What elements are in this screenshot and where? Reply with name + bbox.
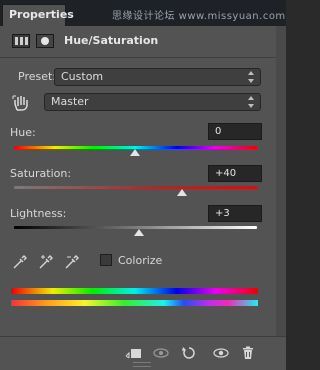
chevron-updown-icon bbox=[248, 96, 255, 108]
saturation-slider-thumb[interactable] bbox=[177, 189, 187, 196]
panel-scrollbar[interactable] bbox=[276, 26, 286, 336]
lightness-slider-thumb[interactable] bbox=[134, 229, 144, 236]
subtract-eyedropper-icon[interactable] bbox=[64, 254, 80, 270]
resize-grip[interactable] bbox=[133, 362, 151, 367]
watermark-text: 思缘设计论坛 www.missyuan.com bbox=[112, 11, 286, 22]
on-image-adjust-hand-icon[interactable] bbox=[12, 94, 30, 112]
tab-properties[interactable]: Properties bbox=[2, 4, 74, 26]
hue-field[interactable]: 0 bbox=[208, 123, 262, 140]
saturation-slider-track[interactable] bbox=[14, 186, 257, 189]
saturation-field[interactable]: +40 bbox=[208, 165, 262, 182]
clip-to-layer-icon[interactable] bbox=[124, 346, 142, 360]
channel-value: Master bbox=[51, 95, 89, 108]
colorize-label: Colorize bbox=[118, 254, 163, 267]
lightness-label: Lightness: bbox=[10, 207, 67, 220]
mask-icon[interactable] bbox=[36, 34, 54, 48]
view-previous-state-icon[interactable] bbox=[152, 346, 170, 360]
lightness-field[interactable]: +3 bbox=[208, 205, 262, 222]
panel-header: Hue/Saturation bbox=[0, 26, 286, 58]
preset-value: Custom bbox=[61, 70, 104, 83]
properties-panel: Hue/Saturation Preset: Custom Master Hue… bbox=[0, 26, 286, 369]
adjustment-layer-icon[interactable] bbox=[12, 34, 30, 48]
channel-select[interactable]: Master bbox=[44, 93, 261, 111]
visibility-eye-icon[interactable] bbox=[212, 346, 230, 360]
preset-label: Preset: bbox=[18, 70, 57, 83]
top-strip: Properties 思缘设计论坛 www.missyuan.com bbox=[0, 0, 286, 26]
hue-label: Hue: bbox=[10, 126, 36, 139]
preset-select[interactable]: Custom bbox=[54, 68, 261, 86]
colorize-checkbox[interactable] bbox=[100, 254, 112, 266]
saturation-label: Saturation: bbox=[10, 167, 72, 180]
reset-icon[interactable] bbox=[181, 346, 197, 360]
add-eyedropper-icon[interactable] bbox=[38, 254, 54, 270]
chevron-updown-icon bbox=[248, 71, 255, 83]
input-color-bar bbox=[11, 288, 258, 294]
output-color-bar bbox=[11, 300, 258, 306]
trash-icon[interactable] bbox=[241, 346, 255, 360]
hue-slider-thumb[interactable] bbox=[130, 149, 140, 156]
eyedropper-icon[interactable] bbox=[12, 254, 28, 270]
panel-title: Hue/Saturation bbox=[64, 34, 159, 47]
